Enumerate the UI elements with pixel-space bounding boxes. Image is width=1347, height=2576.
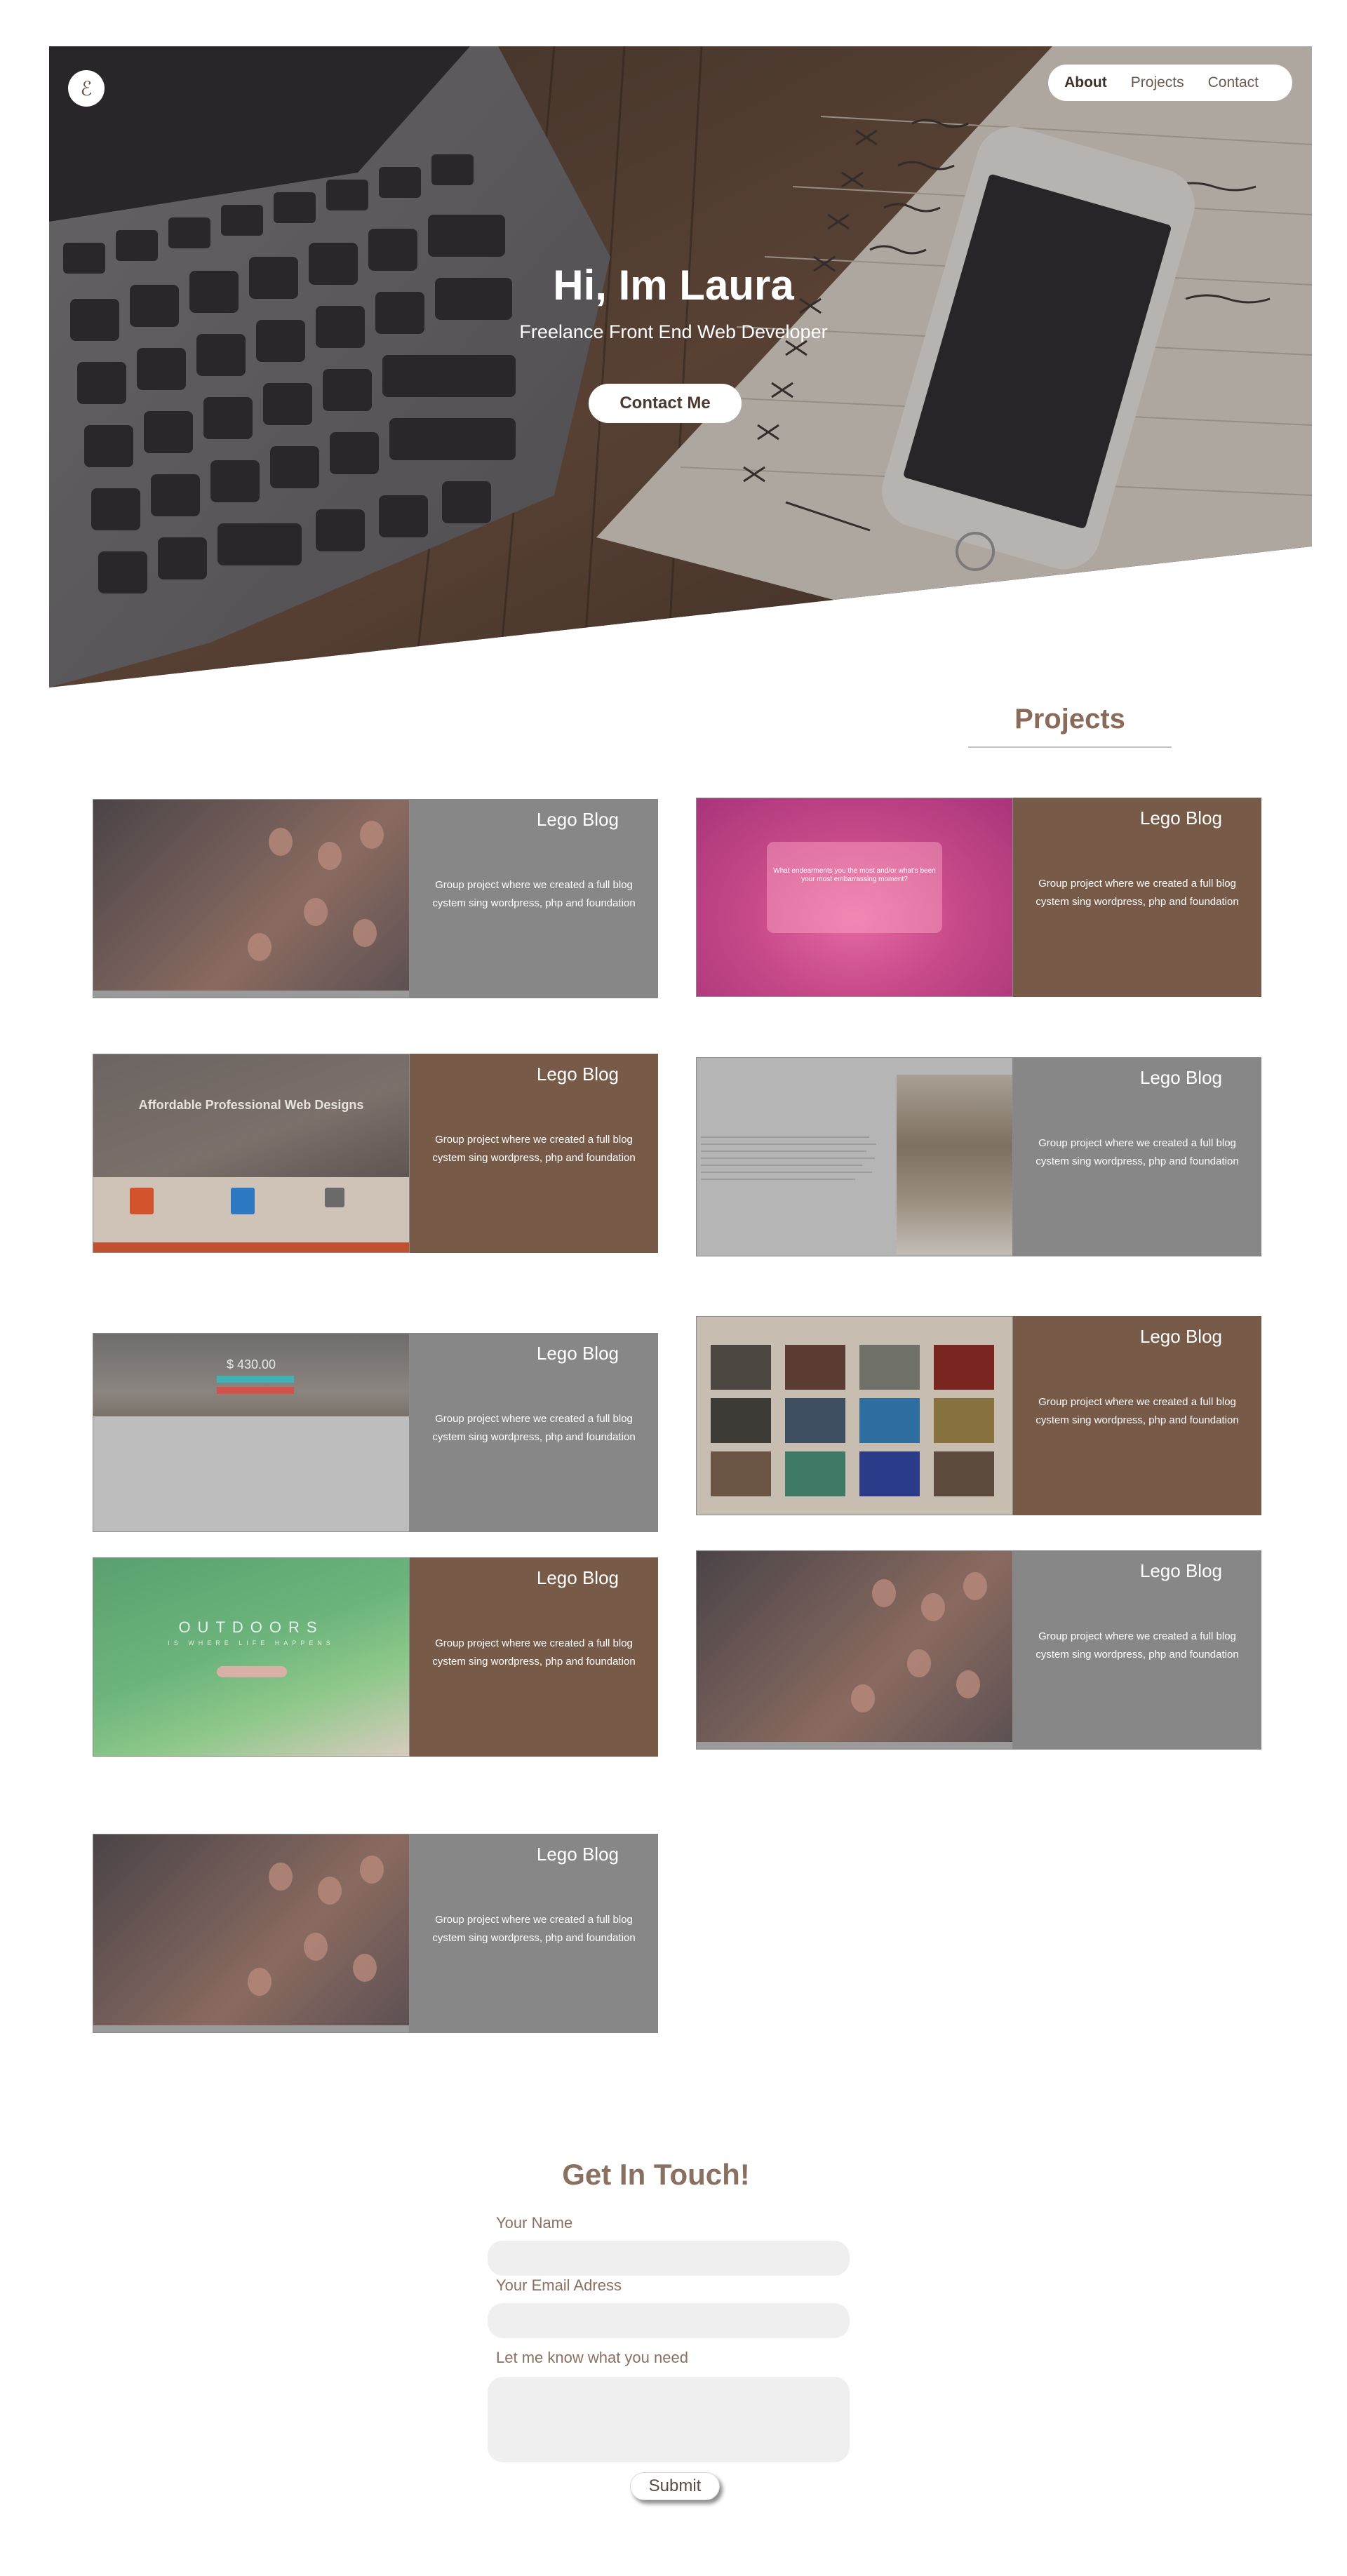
name-label: Your Name <box>496 2214 573 2232</box>
submit-button[interactable]: Submit <box>630 2472 720 2500</box>
contact-heading: Get In Touch! <box>562 2158 750 2191</box>
project-thumbnail: What endearments you the most and/or wha… <box>696 798 1013 997</box>
project-info-panel: Lego Blog Group project where we created… <box>410 1834 658 2033</box>
project-card[interactable]: $ 430.00 Lego Blog Group project where w… <box>93 1333 658 1532</box>
project-info-panel: Lego Blog Group project where we created… <box>1013 798 1261 997</box>
project-title: Lego Blog <box>1139 807 1222 829</box>
project-thumbnail <box>696 1316 1013 1515</box>
project-thumbnail <box>93 1834 410 2033</box>
project-title: Lego Blog <box>536 1343 619 1364</box>
project-description: Group project where we created a full bl… <box>432 1413 636 1443</box>
project-card[interactable]: Lego Blog Group project where we created… <box>696 1057 1261 1256</box>
project-info-panel: Lego Blog Group project where we created… <box>410 799 658 998</box>
project-title: Lego Blog <box>1139 1326 1222 1347</box>
name-field[interactable] <box>488 2241 850 2276</box>
logo[interactable]: ℰ <box>68 70 105 107</box>
project-thumbnail <box>696 1550 1013 1750</box>
project-title: Lego Blog <box>1139 1067 1222 1088</box>
project-info-panel: Lego Blog Group project where we created… <box>1013 1550 1261 1750</box>
project-card[interactable]: Affordable Professional Web Designs Lego… <box>93 1054 658 1253</box>
projects-divider <box>968 746 1172 748</box>
project-card[interactable]: Lego Blog Group project where we created… <box>93 799 658 998</box>
hero-title: Hi, Im Laura <box>553 262 794 309</box>
project-info-panel: Lego Blog Group project where we created… <box>1013 1316 1261 1515</box>
project-info-panel: Lego Blog Group project where we created… <box>410 1557 658 1757</box>
project-thumbnail <box>93 799 410 998</box>
project-title: Lego Blog <box>536 1844 619 1865</box>
project-title: Lego Blog <box>536 1064 619 1085</box>
project-card[interactable]: What endearments you the most and/or wha… <box>696 798 1261 997</box>
project-thumbnail <box>696 1057 1013 1256</box>
hero-section <box>49 46 1312 687</box>
project-thumbnail: OUTDOORS IS WHERE LIFE HAPPENS <box>93 1557 410 1757</box>
project-title: Lego Blog <box>1139 1560 1222 1581</box>
thumbnail-price: $ 430.00 <box>226 1357 276 1371</box>
top-nav: About Projects Contact <box>1048 65 1292 101</box>
email-field[interactable] <box>488 2303 850 2338</box>
project-title: Lego Blog <box>536 809 619 830</box>
thumbnail-subline: IS WHERE LIFE HAPPENS <box>168 1639 335 1646</box>
project-thumbnail: $ 430.00 <box>93 1333 410 1532</box>
message-label: Let me know what you need <box>496 2349 688 2366</box>
project-description: Group project where we created a full bl… <box>432 1134 636 1164</box>
project-card[interactable]: Lego Blog Group project where we created… <box>696 1550 1261 1750</box>
project-info-panel: Lego Blog Group project where we created… <box>410 1333 658 1532</box>
email-label: Your Email Adress <box>496 2276 622 2294</box>
project-description: Group project where we created a full bl… <box>432 879 636 909</box>
project-card[interactable]: Lego Blog Group project where we created… <box>696 1316 1261 1515</box>
project-description: Group project where we created a full bl… <box>1036 1630 1239 1661</box>
nav-about[interactable]: About <box>1064 74 1107 91</box>
thumbnail-headline: OUTDOORS <box>178 1618 324 1636</box>
project-card[interactable]: OUTDOORS IS WHERE LIFE HAPPENS Lego Blog… <box>93 1557 658 1757</box>
project-info-panel: Lego Blog Group project where we created… <box>410 1054 658 1253</box>
hero-background-image <box>49 46 1312 687</box>
projects-heading: Projects <box>1014 704 1125 734</box>
project-card[interactable]: Lego Blog Group project where we created… <box>93 1834 658 2033</box>
hero-subtitle: Freelance Front End Web Developer <box>519 321 828 342</box>
thumbnail-headline: Affordable Professional Web Designs <box>138 1098 364 1112</box>
project-description: Group project where we created a full bl… <box>432 1637 636 1668</box>
thumbnail-caption: What endearments you the most and/or wha… <box>767 842 942 933</box>
project-description: Group project where we created a full bl… <box>1036 1137 1239 1167</box>
nav-projects[interactable]: Projects <box>1131 74 1184 91</box>
contact-me-button[interactable]: Contact Me <box>589 384 742 423</box>
message-field[interactable] <box>488 2377 850 2462</box>
project-title: Lego Blog <box>536 1567 619 1588</box>
nav-contact[interactable]: Contact <box>1208 74 1259 91</box>
project-description: Group project where we created a full bl… <box>432 1914 636 1944</box>
project-description: Group project where we created a full bl… <box>1036 1396 1239 1426</box>
project-description: Group project where we created a full bl… <box>1036 878 1239 908</box>
project-info-panel: Lego Blog Group project where we created… <box>1013 1057 1261 1256</box>
project-thumbnail: Affordable Professional Web Designs <box>93 1054 410 1253</box>
